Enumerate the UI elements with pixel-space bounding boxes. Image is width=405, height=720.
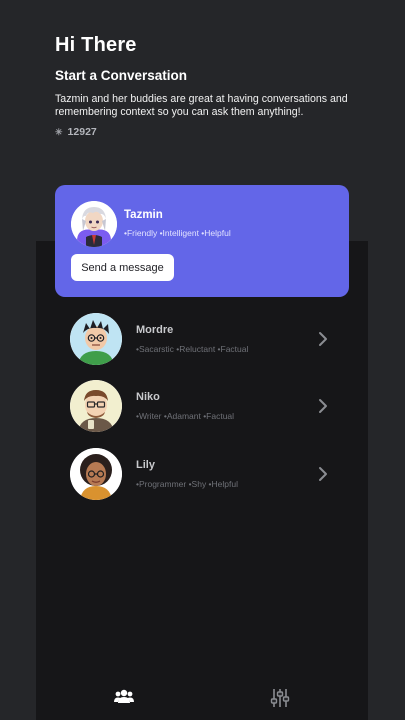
header: Hi There Start a Conversation Tazmin and… (55, 34, 355, 138)
tazmin-avatar (71, 201, 117, 247)
featured-bot-name: Tazmin (124, 209, 163, 221)
bot-name: Niko (136, 391, 160, 403)
page-title: Hi There (55, 34, 137, 56)
niko-avatar (70, 380, 122, 432)
counter-value: 12927 (67, 126, 97, 138)
bot-name: Mordre (136, 324, 174, 336)
message-counter: ✳ 12927 (55, 126, 355, 138)
featured-bot-traits: •Friendly •Intelligent •Helpful (124, 228, 231, 238)
send-message-button[interactable]: Send a message (71, 254, 174, 281)
section-subtitle: Start a Conversation (55, 68, 188, 83)
chevron-right-icon (319, 467, 327, 481)
bot-row-mordre[interactable]: Mordre •Sacarstic •Reluctant •Factual (70, 313, 340, 367)
bot-traits: •Writer •Adamant •Factual (136, 411, 235, 421)
chevron-right-icon (319, 332, 327, 346)
bot-row-niko[interactable]: Niko •Writer •Adamant •Factual (70, 380, 340, 434)
sliders-icon[interactable] (270, 688, 290, 708)
bot-traits: •Programmer •Shy •Helpful (136, 479, 238, 489)
featured-bot-card[interactable]: Tazmin •Friendly •Intelligent •Helpful S… (55, 185, 349, 297)
sparkle-icon: ✳ (55, 126, 63, 137)
description-text: Tazmin and her buddies are great at havi… (55, 93, 348, 118)
bottom-tab-bar (36, 684, 368, 720)
bot-traits: •Sacarstic •Reluctant •Factual (136, 344, 249, 354)
lily-avatar (70, 448, 122, 500)
bot-row-lily[interactable]: Lily •Programmer •Shy •Helpful (70, 448, 340, 502)
bot-name: Lily (136, 459, 155, 471)
chevron-right-icon (319, 399, 327, 413)
mordre-avatar (70, 313, 122, 365)
users-icon[interactable] (114, 688, 134, 704)
